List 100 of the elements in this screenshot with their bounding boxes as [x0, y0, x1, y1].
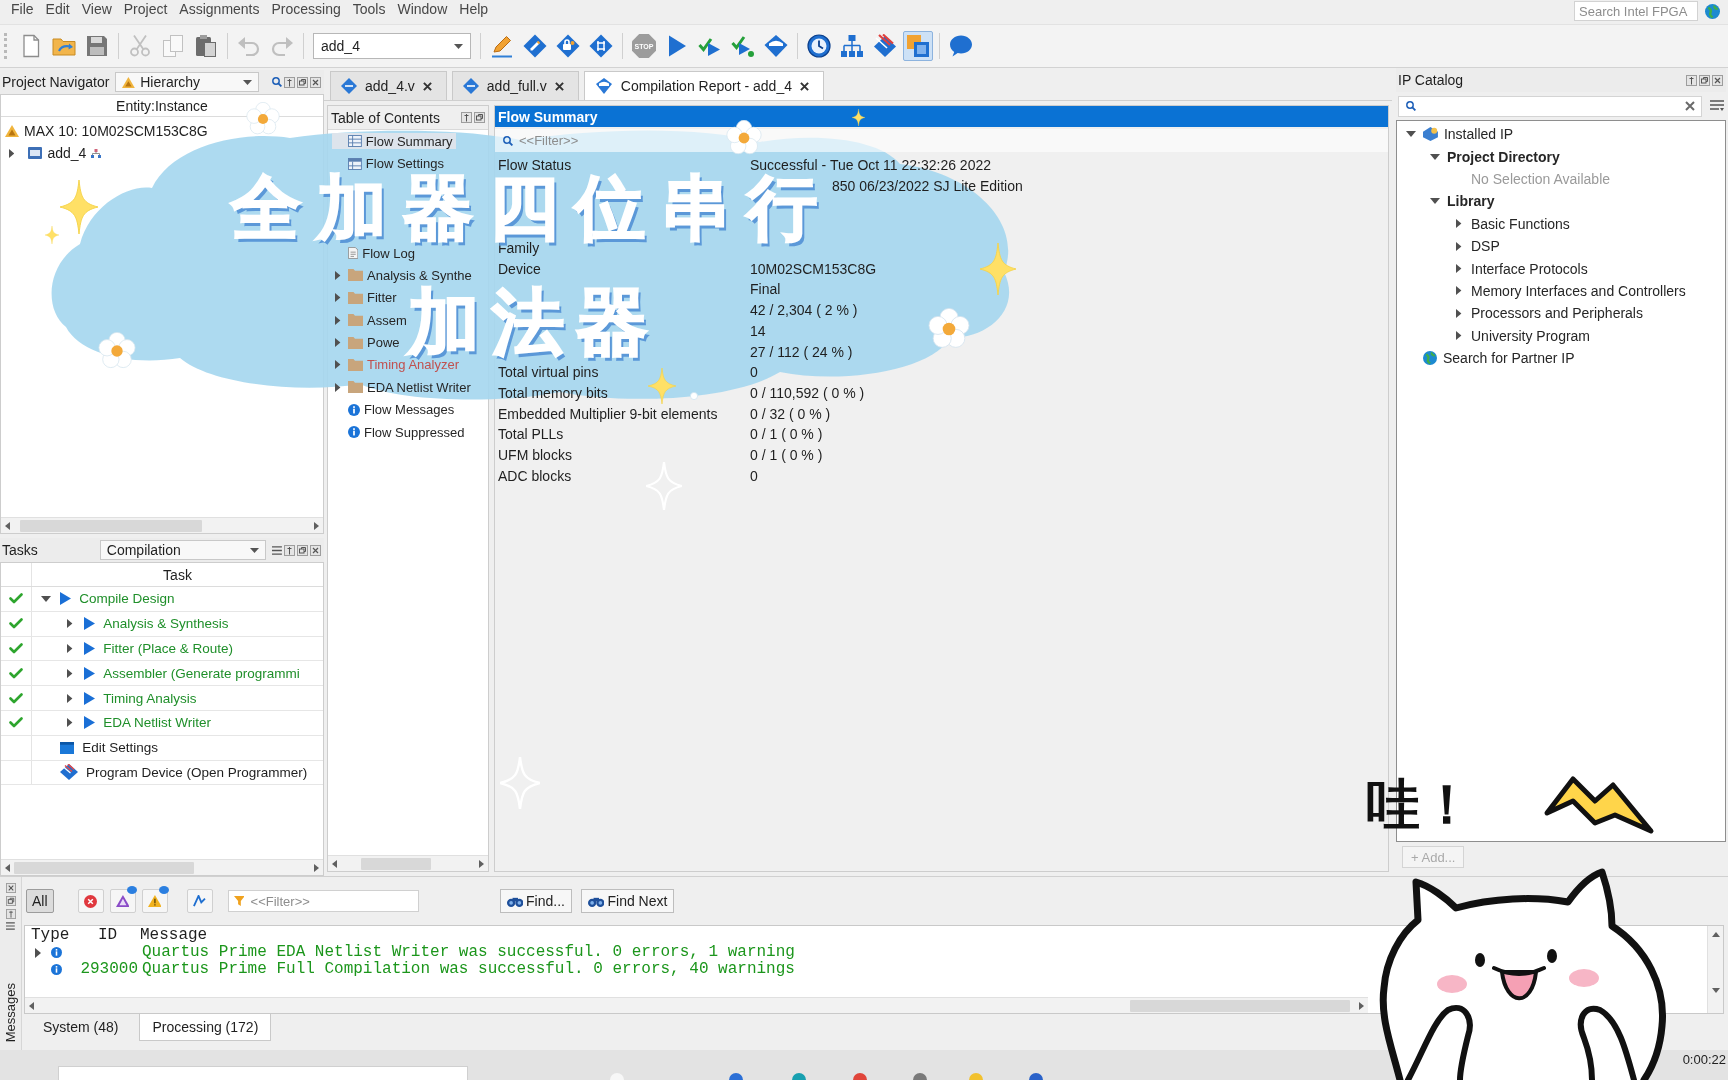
vertical-scrollbar[interactable]	[1707, 926, 1723, 1013]
task-item[interactable]: Timing Analysis	[103, 690, 197, 706]
menu-item[interactable]: Edit	[39, 0, 76, 18]
menu-item[interactable]: Assignments	[173, 0, 266, 18]
pin-icon[interactable]	[1686, 74, 1697, 86]
find-button[interactable]: Find...	[499, 889, 572, 913]
task-item[interactable]: Analysis & Synthesis	[103, 616, 229, 632]
editor-tab[interactable]: Compilation Report - add_4	[583, 71, 824, 100]
expand-arrow-icon[interactable]	[335, 271, 341, 280]
taskbar-app-icon[interactable]	[853, 1073, 867, 1080]
expand-arrow-icon[interactable]	[67, 619, 73, 629]
task-item[interactable]: Compile Design	[79, 591, 175, 607]
menu-item[interactable]: File	[5, 0, 40, 18]
expand-arrow-icon[interactable]	[335, 315, 341, 325]
speech-bubble-icon[interactable]	[949, 34, 973, 58]
tree-item[interactable]: add_4	[1, 142, 102, 164]
tab[interactable]: System (48)	[30, 1014, 132, 1041]
search-field[interactable]: Search Intel FPGA	[1574, 1, 1698, 21]
float-icon[interactable]	[297, 76, 308, 88]
expand-arrow-icon[interactable]	[9, 148, 15, 158]
task-item[interactable]: Assembler (Generate programmi	[103, 665, 300, 681]
scrollbar-thumb[interactable]	[1130, 999, 1350, 1012]
float-icon[interactable]	[474, 112, 485, 123]
task-item[interactable]: Edit Settings	[82, 740, 158, 756]
menu-item[interactable]: View	[75, 0, 118, 18]
clear-icon[interactable]	[1685, 101, 1695, 111]
expand-arrow-icon[interactable]	[335, 293, 341, 303]
pin-icon[interactable]	[284, 544, 295, 556]
clock-icon[interactable]	[807, 34, 831, 58]
find-next-button[interactable]: Find Next	[580, 889, 675, 913]
flow-dropdown[interactable]: Compilation	[99, 540, 267, 560]
close-icon[interactable]	[1712, 74, 1723, 86]
expand-arrow-icon[interactable]	[335, 338, 341, 348]
task-item[interactable]: Program Device (Open Programmer)	[86, 764, 308, 780]
scrollbar-thumb[interactable]	[20, 519, 202, 532]
scroll-left-icon[interactable]	[5, 863, 10, 872]
float-icon[interactable]	[1699, 74, 1710, 86]
expand-arrow-icon[interactable]	[67, 644, 73, 653]
diamond-icon[interactable]	[523, 34, 547, 58]
task-item[interactable]: EDA Netlist Writer	[103, 715, 211, 731]
horizontal-scrollbar[interactable]	[1, 517, 323, 533]
horizontal-scrollbar[interactable]	[1, 859, 323, 875]
toc-item[interactable]: Fitter	[332, 289, 400, 306]
scrollbar-thumb[interactable]	[14, 861, 194, 874]
search-field[interactable]	[1398, 95, 1702, 117]
scroll-left-icon[interactable]	[332, 859, 337, 868]
expand-arrow-icon[interactable]	[1456, 308, 1462, 318]
diamond-icon[interactable]	[556, 34, 580, 58]
tree-item[interactable]: Library	[1397, 190, 1499, 213]
menu-item[interactable]: Window	[391, 0, 454, 18]
menu-item[interactable]: Tools	[346, 0, 392, 18]
close-icon[interactable]	[310, 544, 321, 556]
diamond-icon[interactable]	[764, 34, 788, 58]
expand-arrow-icon[interactable]	[335, 382, 341, 392]
expand-arrow-icon[interactable]	[67, 718, 73, 728]
filter-field[interactable]: <<Filter>>	[495, 129, 1388, 152]
collapse-arrow-icon[interactable]	[41, 595, 51, 602]
scroll-down-icon[interactable]	[1711, 988, 1720, 993]
scroll-right-icon[interactable]	[1359, 1001, 1364, 1010]
close-icon[interactable]	[310, 76, 321, 88]
pencil-icon[interactable]	[490, 34, 514, 58]
horizontal-scrollbar[interactable]	[328, 855, 488, 871]
pin-icon[interactable]	[5, 909, 16, 919]
taskbar-app-icon[interactable]	[729, 1073, 743, 1080]
toc-item[interactable]: Flow Summary	[332, 133, 456, 150]
tree-item[interactable]: University Program	[1397, 324, 1595, 347]
scroll-right-icon[interactable]	[479, 859, 484, 868]
filter-button[interactable]: All	[26, 889, 54, 913]
tree-item[interactable]: Memory Interfaces and Controllers	[1397, 279, 1690, 303]
collapse-arrow-icon[interactable]	[1430, 153, 1440, 160]
menu-item[interactable]: Processing	[265, 0, 347, 18]
expand-arrow-icon[interactable]	[1456, 264, 1462, 274]
tree-item[interactable]: Processors and Peripherals	[1397, 302, 1647, 325]
tree-item[interactable]: MAX 10: 10M02SCM153C8G	[1, 120, 208, 142]
search-icon[interactable]	[272, 77, 282, 87]
expand-arrow-icon[interactable]	[1456, 286, 1462, 296]
collapse-arrow-icon[interactable]	[1406, 131, 1416, 138]
filter-button[interactable]	[141, 889, 168, 913]
expand-arrow-icon[interactable]	[1456, 331, 1462, 341]
taskbar-app-icon[interactable]	[913, 1073, 927, 1080]
expand-arrow-icon[interactable]	[1456, 219, 1462, 229]
globe-icon[interactable]	[1705, 3, 1720, 19]
taskbar-app-icon[interactable]	[1029, 1073, 1043, 1080]
toc-item[interactable]: Powe	[332, 334, 403, 351]
float-icon[interactable]	[5, 896, 16, 906]
expand-arrow-icon[interactable]	[335, 360, 341, 370]
diamond-icon[interactable]	[589, 34, 613, 58]
horizontal-scrollbar[interactable]	[25, 997, 1368, 1013]
expand-arrow-icon[interactable]	[67, 668, 73, 678]
tree-item[interactable]: DSP	[1397, 234, 1504, 258]
collapse-arrow-icon[interactable]	[1430, 198, 1440, 205]
paste-icon[interactable]	[194, 34, 218, 58]
taskbar-field[interactable]	[58, 1066, 468, 1080]
tree-item[interactable]: Installed IP	[1397, 123, 1518, 146]
menu-item[interactable]: Project	[117, 0, 174, 18]
toc-item[interactable]: Flow Suppressed	[332, 424, 468, 441]
editor-tab[interactable]: add_full.v	[451, 71, 579, 100]
tree-item[interactable]: Interface Protocols	[1397, 257, 1592, 280]
tab[interactable]: Processing (172)	[139, 1014, 272, 1041]
hierarchy-icon[interactable]	[840, 34, 864, 58]
